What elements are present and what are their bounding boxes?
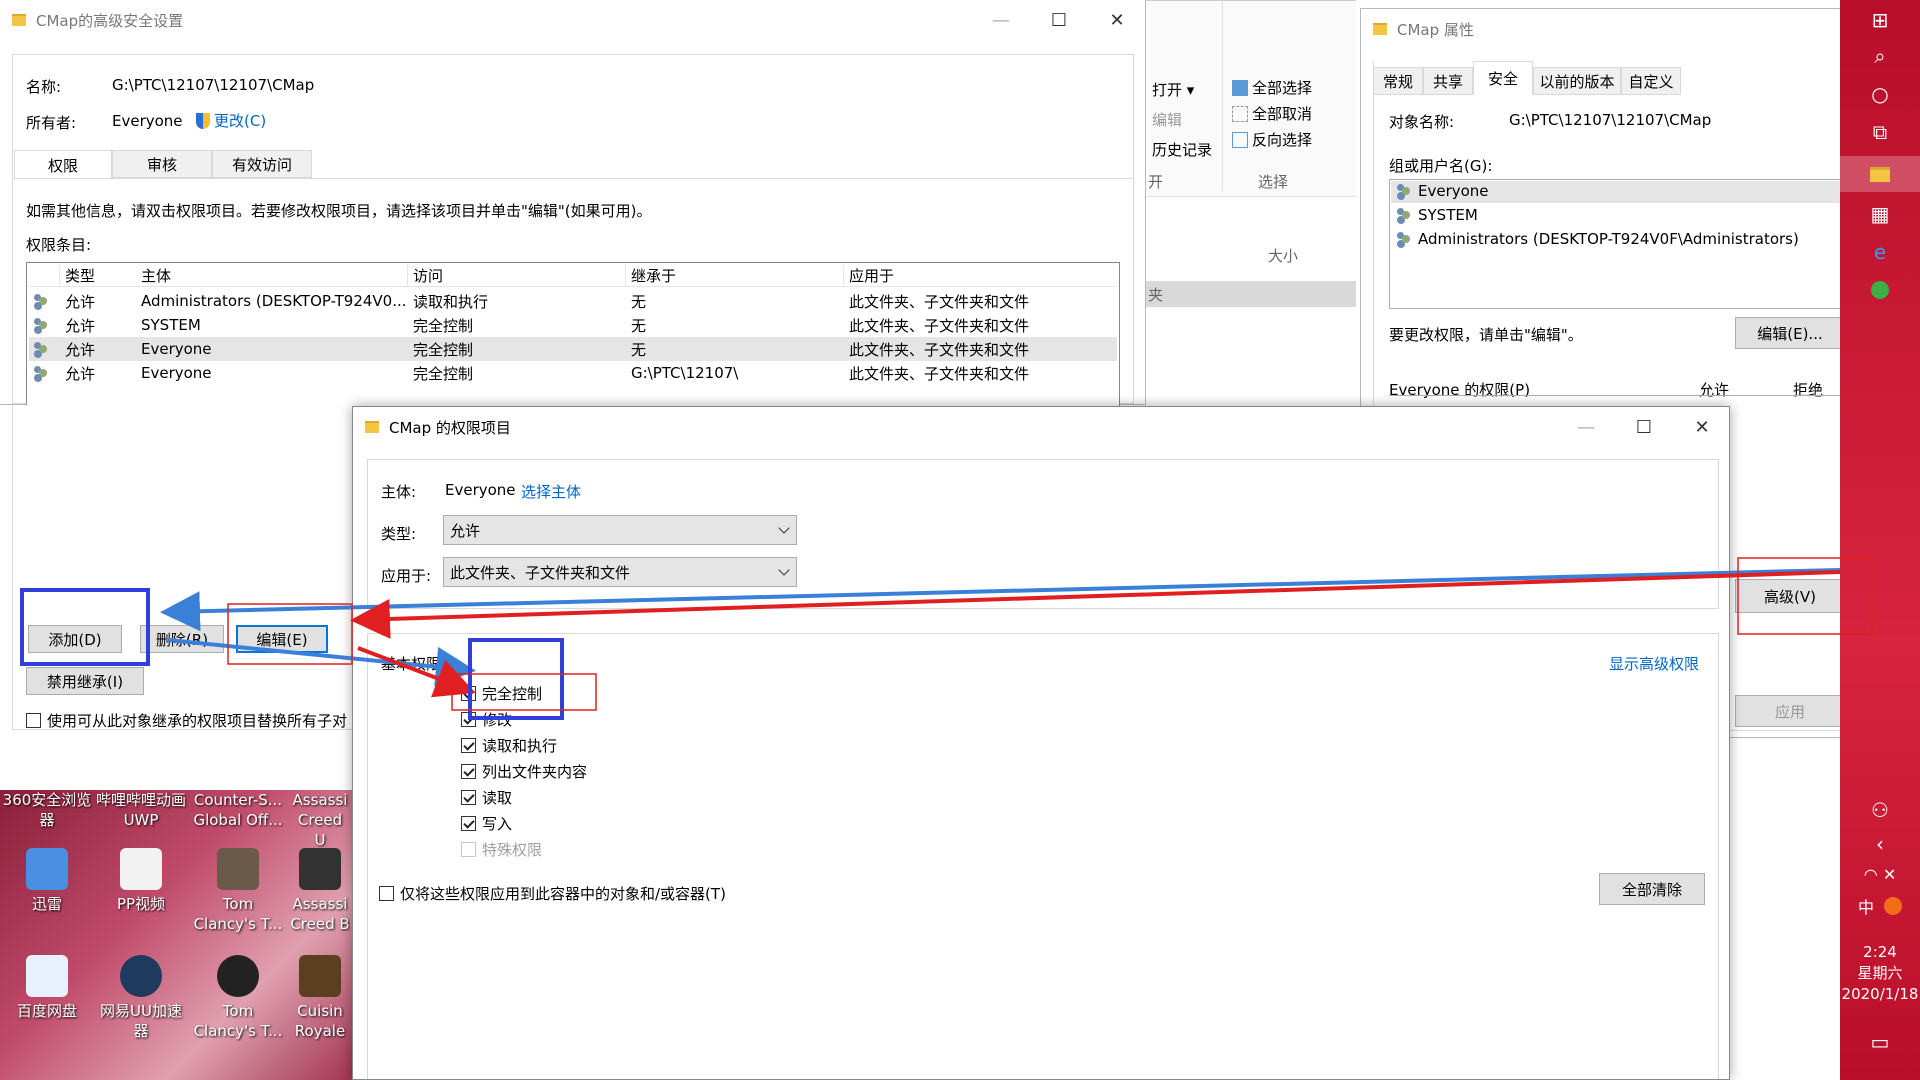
red-arrow-edit bbox=[350, 570, 1841, 639]
blue-box-add bbox=[20, 588, 150, 666]
blue-arrow-add bbox=[160, 568, 1841, 632]
annotation-layer bbox=[20, 557, 1873, 720]
blue-arrow-fullcontrol bbox=[167, 638, 476, 687]
blue-box-fullcontrol bbox=[468, 638, 564, 720]
red-box-fullcontrol bbox=[451, 673, 597, 711]
